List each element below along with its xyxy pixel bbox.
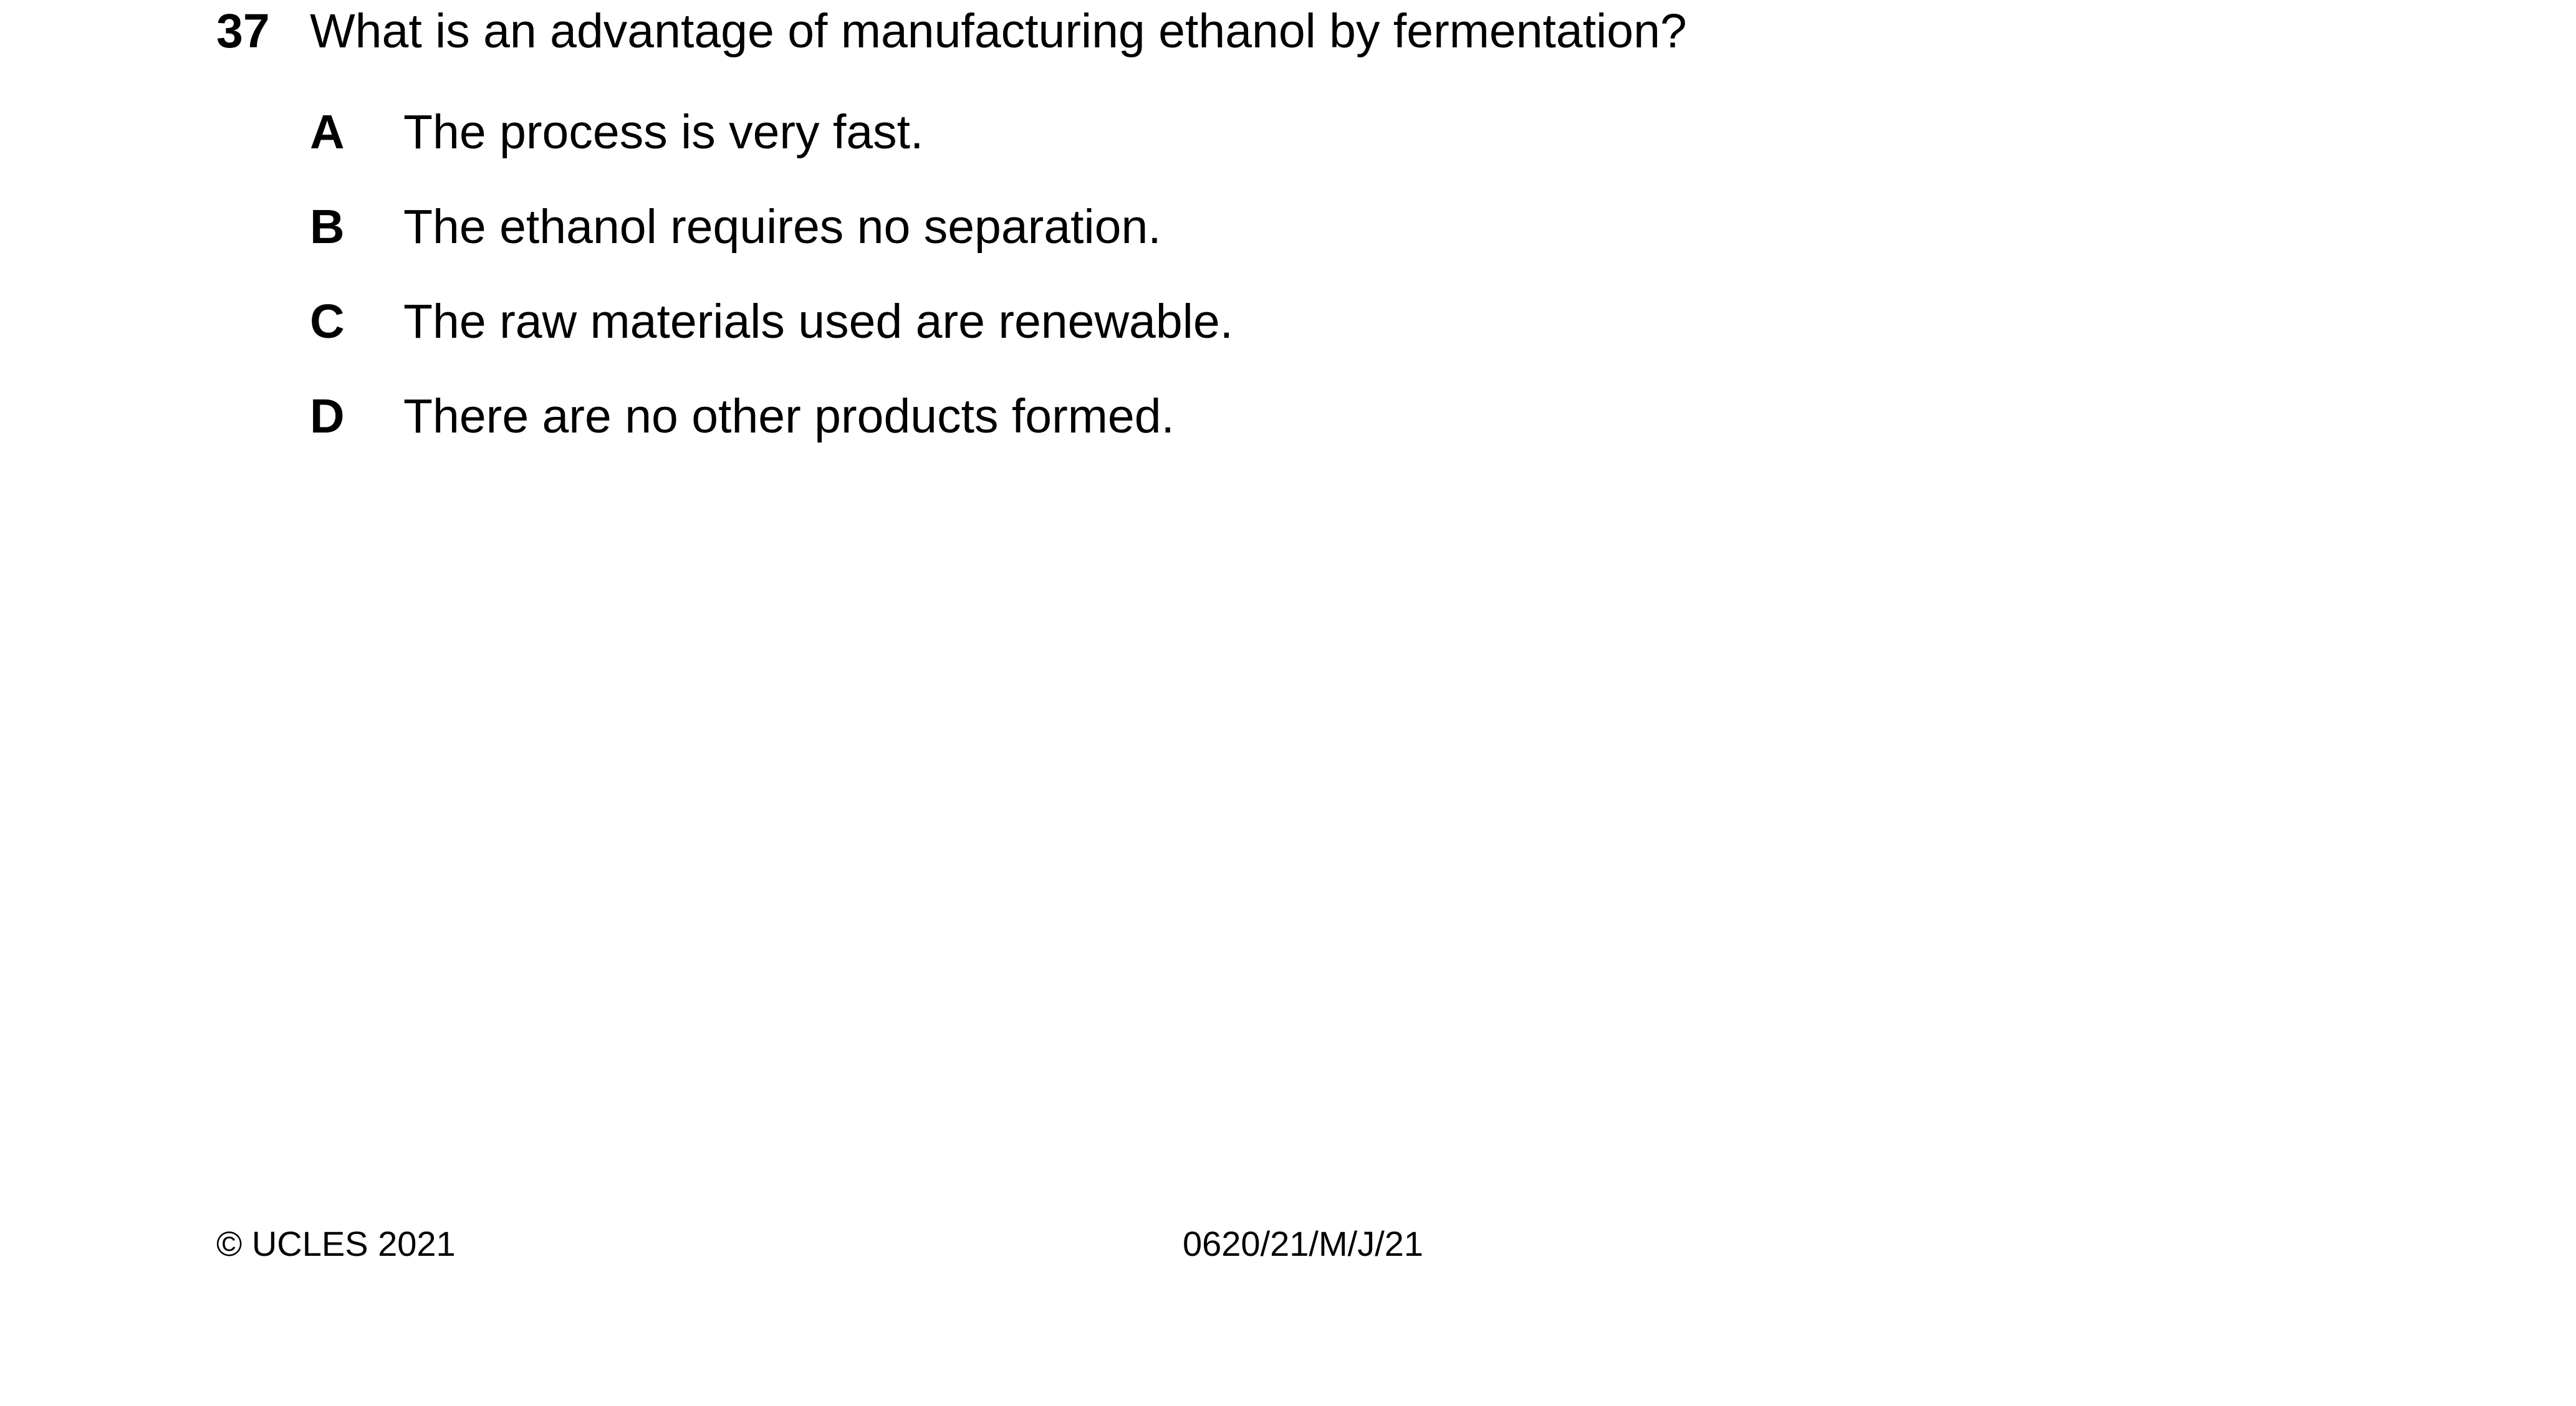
- page-footer: © UCLES 2021 0620/21/M/J/21: [0, 1223, 2576, 1267]
- option-text: The raw materials used are renewable.: [403, 295, 1234, 348]
- option-text: The ethanol requires no separation.: [403, 200, 1161, 254]
- option-text: The process is very fast.: [403, 105, 924, 159]
- question-text: What is an advantage of manufacturing et…: [310, 4, 1687, 58]
- paper-code: 0620/21/M/J/21: [1183, 1224, 1424, 1263]
- question-number: 37: [216, 4, 270, 58]
- option-letter: B: [310, 200, 345, 254]
- copyright-notice: © UCLES 2021: [216, 1224, 456, 1263]
- option-text: There are no other products formed.: [403, 390, 1175, 443]
- question-37: 37 What is an advantage of manufacturing…: [216, 0, 2461, 442]
- option-letter: D: [310, 390, 345, 443]
- option-letter: A: [310, 105, 345, 159]
- option-letter: C: [310, 295, 345, 348]
- question-header: 37 What is an advantage of manufacturing…: [216, 0, 2461, 62]
